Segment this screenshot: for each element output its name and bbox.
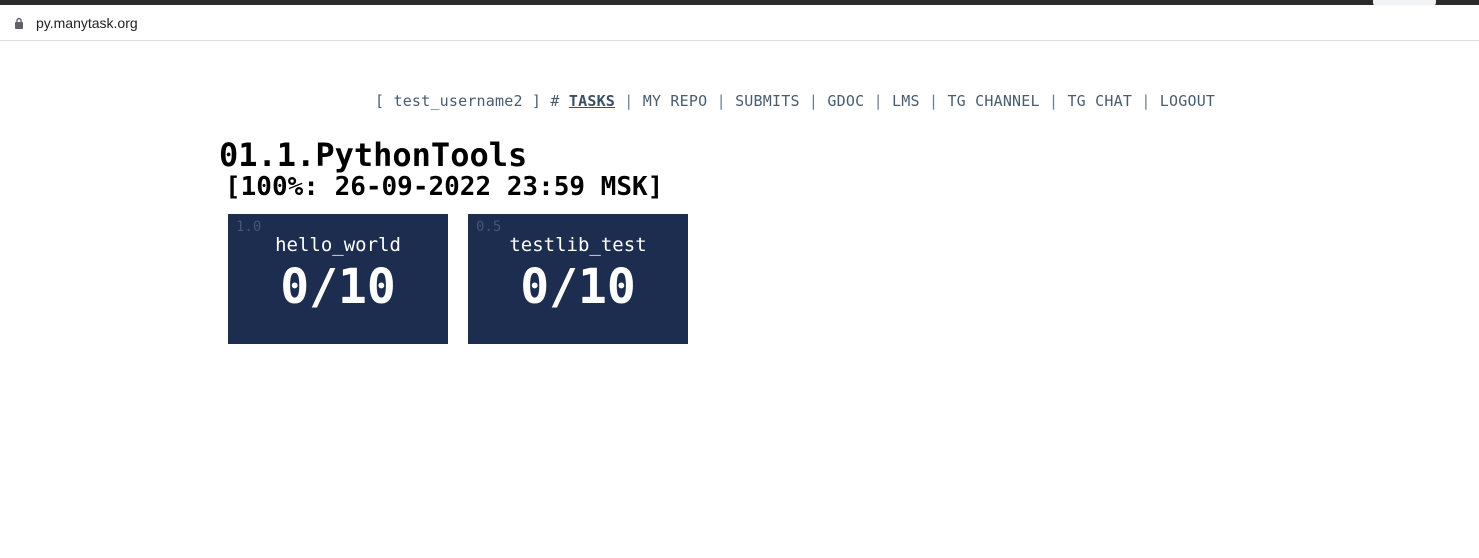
- task-name: hello_world: [275, 234, 401, 256]
- nav-separator: |: [928, 92, 939, 110]
- nav-separator: |: [873, 92, 883, 110]
- nav-separator: |: [1048, 92, 1059, 110]
- task-score: 0/10: [520, 259, 636, 315]
- group-title: 01.1.PythonTools: [219, 136, 528, 174]
- nav-link-lms[interactable]: LMS: [892, 92, 920, 110]
- user-prefix: [: [375, 92, 394, 110]
- url-text[interactable]: py.manytask.org: [36, 15, 138, 31]
- username: test_username2: [393, 92, 523, 110]
- nav-link-tasks[interactable]: TASKS: [569, 92, 615, 110]
- task-weight: 0.5: [476, 219, 502, 235]
- nav-separator: |: [1141, 92, 1151, 110]
- nav-link-tg-chat[interactable]: TG CHAT: [1067, 92, 1132, 110]
- nav-link-tg-channel[interactable]: TG CHANNEL: [947, 92, 1039, 110]
- task-score: 0/10: [280, 259, 396, 315]
- nav-link-my-repo[interactable]: MY REPO: [643, 92, 708, 110]
- nav-link-gdoc[interactable]: GDOC: [827, 92, 864, 110]
- task-name: testlib_test: [509, 234, 647, 256]
- task-weight: 1.0: [236, 219, 262, 235]
- nav-link-logout[interactable]: LOGOUT: [1160, 92, 1215, 110]
- task-card-hello-world[interactable]: 1.0 hello_world 0/10: [228, 214, 448, 344]
- lock-icon: [15, 17, 23, 29]
- nav-link-submits[interactable]: SUBMITS: [735, 92, 800, 110]
- nav-separator: |: [716, 92, 726, 110]
- nav-separator: |: [624, 92, 634, 110]
- nav-separator: |: [808, 92, 819, 110]
- top-nav: [ test_username2 ] # TASKS | MY REPO | S…: [375, 92, 1215, 110]
- user-suffix: ] #: [522, 92, 560, 110]
- group-deadline: [100%: 26-09-2022 23:59 MSK]: [225, 172, 664, 202]
- task-card-testlib-test[interactable]: 0.5 testlib_test 0/10: [468, 214, 688, 344]
- address-bar[interactable]: py.manytask.org: [0, 5, 1479, 41]
